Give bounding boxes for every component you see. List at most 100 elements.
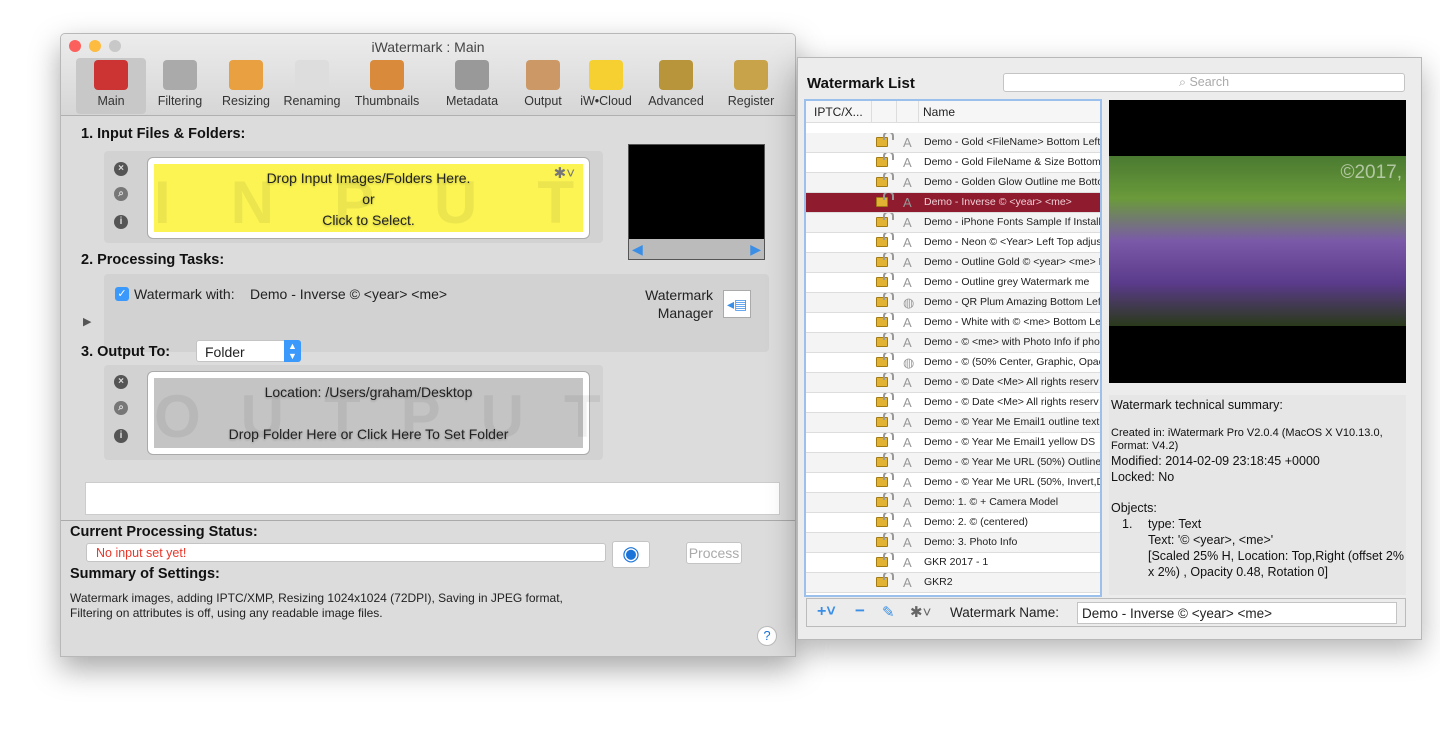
toolbar-renaming[interactable]: Renaming bbox=[277, 58, 347, 114]
table-row[interactable]: A Demo - Inverse © <year> <me> bbox=[806, 193, 1100, 213]
unlocked-padlock-icon[interactable] bbox=[876, 473, 894, 487]
disclosure-triangle-icon[interactable]: ▶ bbox=[83, 315, 91, 328]
watermark-checkbox[interactable]: ✓ bbox=[115, 287, 129, 301]
drop-line-2: or bbox=[362, 191, 375, 207]
toolbar-label: Resizing bbox=[222, 94, 270, 108]
table-row[interactable]: A Demo - Outline grey Watermark me bbox=[806, 273, 1100, 293]
output-select[interactable]: Folder ▲ ▼ bbox=[196, 340, 301, 362]
table-row[interactable]: A Demo - © <me> with Photo Info if pho bbox=[806, 333, 1100, 353]
unlocked-padlock-icon[interactable] bbox=[876, 153, 894, 167]
divider bbox=[61, 520, 795, 521]
table-row[interactable]: ◍ Demo - QR Plum Amazing Bottom Left bbox=[806, 293, 1100, 313]
watermark-name-field[interactable]: Demo - Inverse © <year> <me> bbox=[1077, 602, 1397, 624]
preview-eye-button[interactable]: ◉ bbox=[612, 541, 650, 568]
unlocked-padlock-icon[interactable] bbox=[876, 353, 894, 367]
watermark-name-label: Watermark Name: bbox=[950, 605, 1060, 620]
manager-line-2: Manager bbox=[657, 305, 713, 321]
unlocked-padlock-icon[interactable] bbox=[876, 513, 894, 527]
row-name: Demo - © (50% Center, Graphic, Opac bbox=[924, 356, 1100, 368]
help-button[interactable]: ? bbox=[757, 626, 777, 646]
unlocked-padlock-icon[interactable] bbox=[876, 493, 894, 507]
tasks-heading: 2. Processing Tasks: bbox=[81, 252, 225, 268]
table-row[interactable]: A GKR 2017 - 1 bbox=[806, 553, 1100, 573]
search-input[interactable]: ⌕ Search bbox=[1003, 73, 1405, 92]
unlocked-padlock-icon[interactable] bbox=[876, 553, 894, 567]
log-field[interactable] bbox=[85, 482, 780, 515]
unlocked-padlock-icon[interactable] bbox=[876, 173, 894, 187]
toolbar-register[interactable]: Register bbox=[716, 58, 786, 114]
toolbar-iwcloud[interactable]: iW•Cloud bbox=[571, 58, 641, 114]
column-iptc[interactable]: IPTC/X... bbox=[814, 101, 863, 123]
gear-icon[interactable]: ✱˅ bbox=[910, 603, 931, 621]
table-row[interactable]: A Demo - © Year Me Email1 yellow DS bbox=[806, 433, 1100, 453]
cloud-icon bbox=[589, 60, 623, 90]
table-row[interactable]: A Demo: 3. Photo Info bbox=[806, 533, 1100, 553]
table-row[interactable]: A Demo - iPhone Fonts Sample If Installe bbox=[806, 213, 1100, 233]
toolbar-main[interactable]: Main bbox=[76, 58, 146, 114]
table-row[interactable]: A Demo - © Year Me URL (50%, Invert,D bbox=[806, 473, 1100, 493]
unlocked-padlock-icon[interactable] bbox=[876, 413, 894, 427]
unlocked-padlock-icon[interactable] bbox=[876, 213, 894, 227]
unlocked-padlock-icon[interactable] bbox=[876, 433, 894, 447]
text-type-icon: A bbox=[903, 455, 912, 470]
gear-menu-icon[interactable]: ✱˅ bbox=[554, 164, 575, 182]
unlocked-padlock-icon[interactable] bbox=[876, 233, 894, 247]
table-row[interactable]: A Demo - White with © <me> Bottom Le bbox=[806, 313, 1100, 333]
toolbar-advanced[interactable]: Advanced bbox=[641, 58, 711, 114]
info-icon[interactable]: i bbox=[114, 215, 128, 229]
preview-overlay-text: ©2017, bbox=[1340, 162, 1402, 183]
table-row[interactable]: A Demo - © Date <Me> All rights reserv bbox=[806, 393, 1100, 413]
toolbar-filtering[interactable]: Filtering bbox=[145, 58, 215, 114]
unlocked-padlock-icon[interactable] bbox=[876, 453, 894, 467]
table-row[interactable]: A Demo - Gold FileName & Size Bottom bbox=[806, 153, 1100, 173]
table-row[interactable]: A Demo - Neon © <Year> Left Top adjus bbox=[806, 233, 1100, 253]
unlocked-padlock-icon[interactable] bbox=[876, 253, 894, 267]
watermark-value[interactable]: Demo - Inverse © <year> <me> bbox=[250, 286, 447, 302]
output-drop-zone[interactable]: OUTPUT Location: /Users/graham/Desktop D… bbox=[148, 372, 601, 454]
process-button[interactable]: Process bbox=[686, 542, 742, 564]
remove-icon[interactable]: − bbox=[855, 601, 865, 621]
table-row[interactable]: A Demo - © Year Me Email1 outline text bbox=[806, 413, 1100, 433]
funnel-icon bbox=[163, 60, 197, 90]
column-name[interactable]: Name bbox=[923, 101, 955, 123]
table-row[interactable]: A Demo - Outline Gold © <year> <me> E bbox=[806, 253, 1100, 273]
unlocked-padlock-icon[interactable] bbox=[876, 273, 894, 287]
table-row[interactable]: A Demo - © Year Me URL (50%) Outline bbox=[806, 453, 1100, 473]
clear-icon[interactable]: × bbox=[114, 162, 128, 176]
toolbar-metadata[interactable]: Metadata bbox=[437, 58, 507, 114]
prev-arrow-icon[interactable]: ◀ bbox=[632, 241, 643, 258]
unlocked-padlock-icon[interactable] bbox=[876, 293, 894, 307]
unlocked-padlock-icon[interactable] bbox=[876, 393, 894, 407]
watermark-manager-label[interactable]: Watermark Manager bbox=[645, 286, 713, 322]
table-row[interactable]: A Demo: 1. © + Camera Model bbox=[806, 493, 1100, 513]
unlocked-padlock-icon[interactable] bbox=[876, 333, 894, 347]
watermark-manager-icon[interactable]: ◂▤ bbox=[723, 290, 751, 318]
table-row[interactable]: A Demo: 2. © (centered) bbox=[806, 513, 1100, 533]
toolbar-output[interactable]: Output bbox=[508, 58, 578, 114]
info-output-icon[interactable]: i bbox=[114, 429, 128, 443]
unlocked-padlock-icon[interactable] bbox=[876, 373, 894, 387]
unlocked-padlock-icon[interactable] bbox=[876, 573, 894, 587]
unlocked-padlock-icon[interactable] bbox=[876, 193, 894, 207]
magnifier-icon[interactable]: ⌕ bbox=[114, 187, 128, 201]
search-placeholder: Search bbox=[1189, 75, 1230, 89]
clear-output-icon[interactable]: × bbox=[114, 375, 128, 389]
edit-pencil-icon[interactable]: ✎ bbox=[882, 603, 895, 621]
table-row[interactable]: A GKR2 bbox=[806, 573, 1100, 593]
add-icon[interactable]: +˅ bbox=[817, 603, 836, 621]
next-arrow-icon[interactable]: ▶ bbox=[750, 241, 761, 258]
table-row[interactable]: ◍ Demo - © (50% Center, Graphic, Opac bbox=[806, 353, 1100, 373]
unlocked-padlock-icon[interactable] bbox=[876, 133, 894, 147]
unlocked-padlock-icon[interactable] bbox=[876, 313, 894, 327]
table-row[interactable]: A Demo - Golden Glow Outline me Botto bbox=[806, 173, 1100, 193]
toolbar-thumbnails[interactable]: Thumbnails bbox=[352, 58, 422, 114]
magnifier-output-icon[interactable]: ⌕ bbox=[114, 401, 128, 415]
table-row[interactable]: A Demo - Gold <FileName> Bottom Left bbox=[806, 133, 1100, 153]
main-window: iWatermark : Main Main Filtering Resizing R… bbox=[60, 33, 796, 657]
unlocked-padlock-icon[interactable] bbox=[876, 533, 894, 547]
list-title: Watermark List bbox=[807, 75, 915, 92]
input-drop-zone[interactable]: INPUT Drop Input Images/Folders Here. or… bbox=[148, 158, 589, 238]
toolbar-resizing[interactable]: Resizing bbox=[211, 58, 281, 114]
row-name: Demo - Outline grey Watermark me bbox=[924, 276, 1090, 288]
table-row[interactable]: A Demo - © Date <Me> All rights reserv bbox=[806, 373, 1100, 393]
